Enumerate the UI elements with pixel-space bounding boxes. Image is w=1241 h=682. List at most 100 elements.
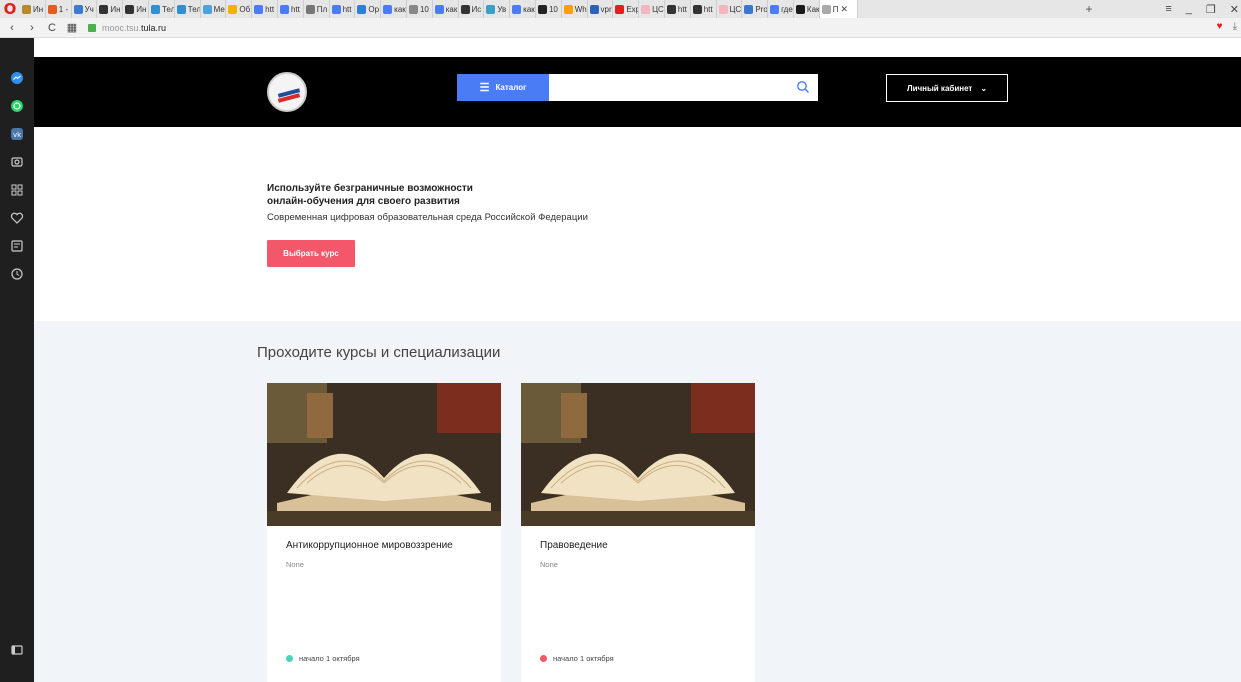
browser-tab[interactable]: Exp xyxy=(613,0,640,18)
browser-tab[interactable]: htt xyxy=(665,0,691,18)
tab-favicon-icon xyxy=(228,4,238,14)
browser-tab[interactable]: htt xyxy=(330,0,356,18)
back-icon[interactable]: ‹ xyxy=(4,22,20,34)
new-tab-button[interactable]: + xyxy=(1080,2,1098,16)
messenger-icon[interactable] xyxy=(9,70,25,86)
course-title[interactable]: Антикоррупционное мировоззрение xyxy=(286,540,453,551)
grid-icon[interactable] xyxy=(9,182,25,198)
course-image[interactable] xyxy=(267,383,501,526)
download-icon[interactable]: ⤓ xyxy=(1233,21,1237,32)
tab-favicon-icon xyxy=(99,4,109,14)
status-dot-icon xyxy=(540,655,547,662)
browser-tab[interactable]: как xyxy=(510,0,536,18)
browser-tab[interactable]: П ✕ xyxy=(819,0,858,18)
personal-cabinet-button[interactable]: Личный кабинет ⌄ xyxy=(886,74,1008,102)
camera-icon[interactable] xyxy=(9,154,25,170)
minimize-icon[interactable]: _ xyxy=(1186,3,1192,15)
browser-tab[interactable]: 10 xyxy=(536,0,562,18)
tab-favicon-icon xyxy=(821,4,831,14)
tab-label: П xyxy=(832,4,839,14)
choose-course-button[interactable]: Выбрать курс xyxy=(267,240,355,267)
url-field[interactable]: mooc.tsu. tula.ru xyxy=(88,23,166,33)
tab-label: 1 - xyxy=(58,4,69,14)
tab-label: htt xyxy=(703,4,713,14)
history-icon[interactable] xyxy=(9,266,25,282)
tab-favicon-icon xyxy=(537,4,547,14)
course-card[interactable]: Антикоррупционное мировоззрение None нач… xyxy=(267,383,501,682)
tab-label: Пл xyxy=(316,4,328,14)
browser-tab[interactable]: Ис xyxy=(459,0,485,18)
catalog-button[interactable]: ☰ Каталог xyxy=(457,74,549,101)
tab-menu-icon[interactable]: ≡ xyxy=(1165,3,1171,15)
opera-logo-icon[interactable]: O xyxy=(0,0,20,18)
tab-favicon-icon xyxy=(176,4,186,14)
browser-tab[interactable]: Ме xyxy=(201,0,227,18)
tab-favicon-icon xyxy=(589,4,599,14)
browser-tab[interactable]: как xyxy=(433,0,459,18)
tab-label: vpr xyxy=(600,4,612,14)
url-domain: tula.ru xyxy=(141,22,167,33)
browser-tab[interactable]: Wh xyxy=(562,0,588,18)
browser-tab[interactable]: htt xyxy=(691,0,717,18)
browser-tab[interactable]: Ин xyxy=(123,0,149,18)
browser-tab[interactable]: Как xyxy=(794,0,820,18)
tab-label: как xyxy=(523,4,535,14)
tab-favicon-icon xyxy=(357,4,367,14)
tab-label: Exp xyxy=(626,4,640,14)
browser-tab[interactable]: Pro xyxy=(742,0,769,18)
course-image[interactable] xyxy=(521,383,755,526)
news-icon[interactable] xyxy=(9,238,25,254)
whatsapp-icon[interactable] xyxy=(9,98,25,114)
course-start: начало 1 октября xyxy=(540,654,614,663)
course-description: None xyxy=(286,560,304,569)
browser-tab[interactable]: htt xyxy=(252,0,278,18)
tab-label: Ме xyxy=(213,4,225,14)
browser-tab[interactable]: Об xyxy=(226,0,253,18)
tab-favicon-icon xyxy=(254,4,264,14)
tab-favicon-icon xyxy=(305,4,315,14)
tab-label: Ор xyxy=(368,4,380,14)
browser-tab[interactable]: Ув xyxy=(484,0,511,18)
heart-icon[interactable]: ♥ xyxy=(1217,21,1223,32)
browser-tab[interactable]: ЦС xyxy=(717,0,743,18)
course-title[interactable]: Правоведение xyxy=(540,540,608,551)
browser-tab[interactable]: vpr xyxy=(588,0,614,18)
restore-icon[interactable]: ❐ xyxy=(1206,3,1216,16)
tab-label: htt xyxy=(342,4,352,14)
heart-outline-icon[interactable] xyxy=(9,210,25,226)
course-start-label: начало 1 октября xyxy=(299,654,360,663)
forward-icon[interactable]: › xyxy=(24,22,40,34)
browser-tab[interactable]: ЦС xyxy=(639,0,665,18)
browser-tab[interactable]: где xyxy=(768,0,794,18)
close-tab-icon[interactable]: ✕ xyxy=(840,4,848,15)
browser-tab[interactable]: Тел xyxy=(149,0,175,18)
sidebar-toggle-icon[interactable] xyxy=(9,642,25,658)
browser-tab[interactable]: как xyxy=(381,0,407,18)
course-card[interactable]: Правоведение None начало 1 октября xyxy=(521,383,755,682)
browser-tab[interactable]: htt xyxy=(278,0,304,18)
tab-favicon-icon xyxy=(279,4,289,14)
browser-tab[interactable]: 1 - xyxy=(46,0,72,18)
browser-tab[interactable]: Пл xyxy=(304,0,330,18)
tab-label: Тел xyxy=(187,4,201,14)
vk-icon[interactable]: vk xyxy=(9,126,25,142)
tab-label: Ин xyxy=(136,4,147,14)
search-input[interactable] xyxy=(549,74,818,101)
course-start: начало 1 октября xyxy=(286,654,360,663)
browser-tab[interactable]: Ин xyxy=(97,0,124,18)
speed-dial-icon[interactable]: ▦ xyxy=(64,21,80,34)
course-start-label: начало 1 октября xyxy=(553,654,614,663)
browser-tab[interactable]: Ин xyxy=(20,0,46,18)
close-window-icon[interactable]: ✕ xyxy=(1230,3,1239,16)
reload-icon[interactable]: C xyxy=(44,22,60,34)
browser-tab[interactable]: 10 xyxy=(407,0,433,18)
university-logo[interactable] xyxy=(267,72,307,112)
browser-tab[interactable]: Уч xyxy=(72,0,98,18)
tab-bar: O Ин 1 - Уч Ин Ин Тел Тел Ме Об htt htt Пл htt Ор как 1… xyxy=(0,0,1241,18)
tab-label: ЦС xyxy=(652,4,664,14)
browser-tab[interactable]: Тел xyxy=(175,0,201,18)
search-icon[interactable] xyxy=(796,80,810,94)
browser-tab[interactable]: Ор xyxy=(355,0,382,18)
window-controls: ≡ _ ❐ ✕ xyxy=(1165,0,1241,18)
catalog-label: Каталог xyxy=(495,83,527,92)
